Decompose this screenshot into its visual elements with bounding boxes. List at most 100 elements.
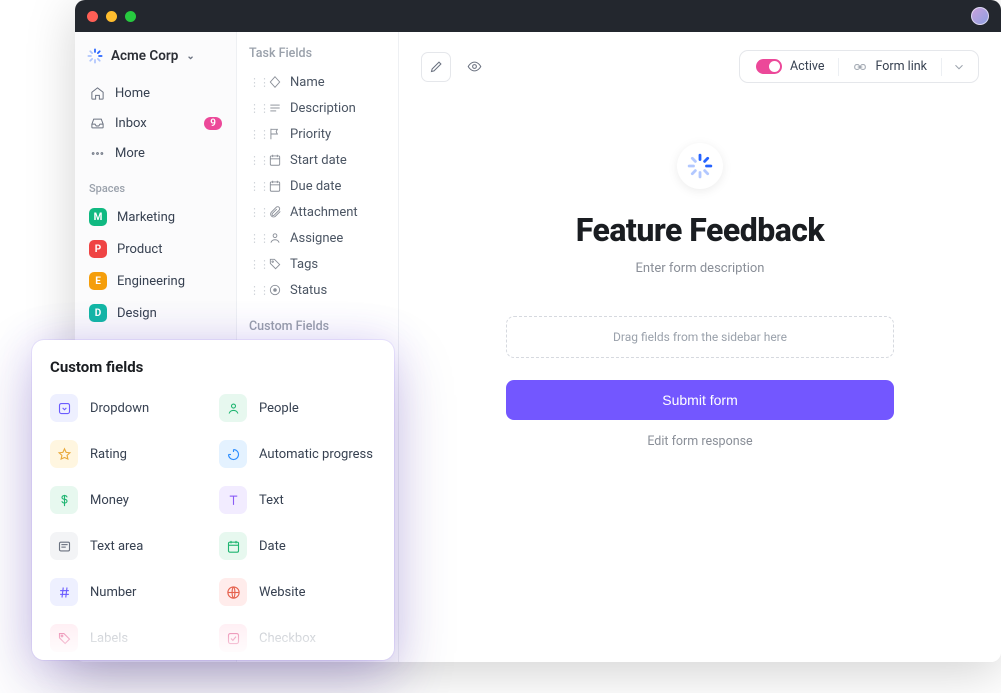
user-avatar[interactable] xyxy=(971,7,989,25)
window-zoom-dot[interactable] xyxy=(125,11,136,22)
drag-handle-icon[interactable]: ⋮⋮ xyxy=(249,102,259,115)
space-chip: E xyxy=(89,272,107,290)
custom-field-type-automatic-progress[interactable]: Automatic progress xyxy=(219,436,376,472)
space-chip: P xyxy=(89,240,107,258)
window-close-dot[interactable] xyxy=(87,11,98,22)
custom-field-type-label: People xyxy=(259,401,299,416)
custom-fields-heading: Custom Fields xyxy=(247,303,388,342)
nav-badge: 9 xyxy=(204,117,222,130)
field-label: Attachment xyxy=(290,205,358,220)
field-label: Priority xyxy=(290,127,331,142)
drag-handle-icon[interactable]: ⋮⋮ xyxy=(249,206,259,219)
draggable-field-attachment[interactable]: ⋮⋮ Attachment xyxy=(247,199,388,225)
nav-item-label: Inbox xyxy=(115,116,147,131)
draggable-field-name[interactable]: ⋮⋮ Name xyxy=(247,69,388,95)
custom-field-type-label: Text xyxy=(259,493,284,508)
nav-item-label: More xyxy=(115,146,145,161)
draggable-field-description[interactable]: ⋮⋮ Description xyxy=(247,95,388,121)
edit-mode-button[interactable] xyxy=(421,52,451,82)
space-chip: M xyxy=(89,208,107,226)
form-link-more-button[interactable] xyxy=(946,56,972,78)
progress-icon xyxy=(219,440,247,468)
custom-fields-popover: Custom fields Dropdown People Rating Aut… xyxy=(32,340,394,660)
draggable-field-priority[interactable]: ⋮⋮ Priority xyxy=(247,121,388,147)
form-logo[interactable] xyxy=(677,143,723,189)
custom-field-type-checkbox[interactable]: Checkbox xyxy=(219,620,376,656)
custom-field-type-people[interactable]: People xyxy=(219,390,376,426)
dropdown-icon xyxy=(50,394,78,422)
nav-item-home[interactable]: Home xyxy=(85,78,226,108)
draggable-field-start-date[interactable]: ⋮⋮ Start date xyxy=(247,147,388,173)
drag-handle-icon[interactable]: ⋮⋮ xyxy=(249,76,259,89)
space-item-design[interactable]: D Design xyxy=(85,297,226,329)
space-label: Marketing xyxy=(117,210,175,225)
drag-handle-icon[interactable]: ⋮⋮ xyxy=(249,154,259,167)
edit-response-link[interactable]: Edit form response xyxy=(647,434,752,449)
custom-field-type-number[interactable]: Number xyxy=(50,574,207,610)
custom-field-type-website[interactable]: Website xyxy=(219,574,376,610)
nav-item-more[interactable]: More xyxy=(85,138,226,168)
person-icon xyxy=(267,231,282,246)
custom-field-type-label: Rating xyxy=(90,447,127,462)
draggable-field-tags[interactable]: ⋮⋮ Tags xyxy=(247,251,388,277)
drag-handle-icon[interactable]: ⋮⋮ xyxy=(249,258,259,271)
space-item-marketing[interactable]: M Marketing xyxy=(85,201,226,233)
draggable-field-assignee[interactable]: ⋮⋮ Assignee xyxy=(247,225,388,251)
space-item-engineering[interactable]: E Engineering xyxy=(85,265,226,297)
textarea-icon xyxy=(50,532,78,560)
preview-mode-button[interactable] xyxy=(459,52,489,82)
custom-field-type-text-area[interactable]: Text area xyxy=(50,528,207,564)
drag-handle-icon[interactable]: ⋮⋮ xyxy=(249,232,259,245)
tag-icon xyxy=(50,624,78,652)
active-label: Active xyxy=(790,59,824,74)
active-toggle[interactable]: Active xyxy=(746,55,834,78)
form-description-placeholder[interactable]: Enter form description xyxy=(636,261,765,276)
calendar-icon xyxy=(267,179,282,194)
field-label: Due date xyxy=(290,179,341,194)
spaces-heading: Spaces xyxy=(85,168,226,201)
diamond-icon xyxy=(267,75,282,90)
link-icon xyxy=(853,60,867,74)
field-label: Status xyxy=(290,283,327,298)
more-icon xyxy=(89,145,105,161)
custom-field-type-label: Number xyxy=(90,585,136,600)
custom-field-type-text[interactable]: Text xyxy=(219,482,376,518)
workspace-name: Acme Corp xyxy=(111,48,178,64)
field-label: Description xyxy=(290,101,356,116)
window-minimize-dot[interactable] xyxy=(106,11,117,22)
custom-field-type-label: Date xyxy=(259,539,286,554)
drag-handle-icon[interactable]: ⋮⋮ xyxy=(249,128,259,141)
space-item-product[interactable]: P Product xyxy=(85,233,226,265)
custom-field-type-label: Money xyxy=(90,493,129,508)
space-label: Design xyxy=(117,306,157,321)
drag-handle-icon[interactable]: ⋮⋮ xyxy=(249,180,259,193)
custom-field-type-label: Labels xyxy=(90,631,128,646)
draggable-field-status[interactable]: ⋮⋮ Status xyxy=(247,277,388,303)
lines-icon xyxy=(267,101,282,116)
dollar-icon xyxy=(50,486,78,514)
field-dropzone[interactable]: Drag fields from the sidebar here xyxy=(506,316,894,358)
custom-field-type-money[interactable]: Money xyxy=(50,482,207,518)
field-label: Assignee xyxy=(290,231,343,246)
home-icon xyxy=(89,85,105,101)
draggable-field-due-date[interactable]: ⋮⋮ Due date xyxy=(247,173,388,199)
paperclip-icon xyxy=(267,205,282,220)
custom-field-type-date[interactable]: Date xyxy=(219,528,376,564)
nav-item-inbox[interactable]: Inbox 9 xyxy=(85,108,226,138)
custom-field-type-dropdown[interactable]: Dropdown xyxy=(50,390,207,426)
form-title[interactable]: Feature Feedback xyxy=(576,211,824,249)
toggle-switch-icon xyxy=(756,59,782,74)
custom-field-type-rating[interactable]: Rating xyxy=(50,436,207,472)
popover-title: Custom fields xyxy=(50,358,376,376)
submit-button[interactable]: Submit form xyxy=(506,380,894,420)
form-link-button[interactable]: Form link xyxy=(843,55,937,78)
drag-handle-icon[interactable]: ⋮⋮ xyxy=(249,284,259,297)
custom-field-type-labels[interactable]: Labels xyxy=(50,620,207,656)
task-fields-heading: Task Fields xyxy=(247,46,388,69)
workspace-switcher[interactable]: Acme Corp ⌄ xyxy=(85,44,226,78)
space-chip: D xyxy=(89,304,107,322)
dropzone-hint: Drag fields from the sidebar here xyxy=(613,330,787,344)
custom-field-type-label: Checkbox xyxy=(259,631,316,646)
form-link-label: Form link xyxy=(875,59,927,74)
chevron-down-icon xyxy=(952,60,966,74)
